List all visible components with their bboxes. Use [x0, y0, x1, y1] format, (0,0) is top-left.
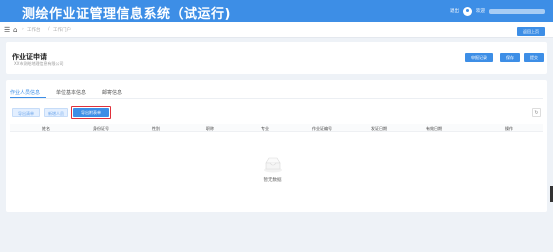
tab-personnel-info[interactable]: 作业人员信息 — [10, 89, 40, 96]
main-content-card: 作业人员信息 单位基本信息 邮寄信息 导出清单 新增人员 导出附表单 ↻ 姓名 … — [6, 80, 547, 212]
tab-mailing-info[interactable]: 邮寄信息 — [102, 89, 122, 96]
refresh-icon[interactable]: ↻ — [532, 108, 541, 117]
company-name: XX市测绘地理信息有限公司 — [14, 61, 64, 66]
table-header: 姓名 身份证号 性别 职称 专业 作业证编号 发证日期 有效日期 操作 — [10, 124, 543, 132]
column-header: 发证日期 — [371, 125, 387, 131]
column-header: 操作 — [505, 125, 513, 131]
save-button[interactable]: 保存 — [500, 53, 520, 62]
username-redacted — [489, 8, 545, 14]
application-records-button[interactable]: 申报记录 — [465, 53, 493, 62]
welcome-label: 欢迎 — [476, 9, 485, 14]
breadcrumb-item-portal[interactable]: 工作门户 — [53, 27, 71, 33]
breadcrumb-separator: › — [22, 27, 24, 32]
column-header: 姓名 — [42, 125, 50, 131]
column-header: 作业证编号 — [312, 125, 332, 131]
column-header: 专业 — [261, 125, 269, 131]
highlight-box — [71, 106, 111, 119]
column-header: 身份证号 — [93, 125, 109, 131]
top-header-bar: 测绘作业证管理信息系统（试运行) 退出 欢迎 — [0, 0, 553, 22]
nav-bar: ☰ ⌂ › 工作台 / 工作门户 — [0, 22, 553, 38]
column-header: 性别 — [152, 125, 160, 131]
user-area: 退出 欢迎 — [450, 5, 545, 17]
column-header: 有效日期 — [426, 125, 442, 131]
column-header: 职称 — [206, 125, 214, 131]
avatar[interactable] — [463, 6, 472, 16]
form-header-card: 作业证申请 XX市测绘地理信息有限公司 申报记录 保存 提交 — [6, 42, 547, 74]
menu-toggle-icon[interactable]: ☰ — [4, 26, 10, 34]
add-person-button[interactable]: 新增人员 — [44, 108, 68, 117]
submit-button[interactable]: 提交 — [524, 53, 544, 62]
empty-box-icon — [264, 157, 282, 173]
breadcrumb-separator: / — [48, 27, 50, 32]
export-list-button[interactable]: 导出清单 — [12, 108, 40, 117]
logout-link[interactable]: 退出 — [450, 8, 459, 14]
tab-divider — [10, 98, 543, 99]
app-title: 测绘作业证管理信息系统（试运行) — [22, 7, 231, 22]
active-tab-indicator — [10, 97, 46, 98]
home-icon[interactable]: ⌂ — [13, 26, 17, 34]
breadcrumb-item-workbench[interactable]: 工作台 — [27, 27, 41, 33]
back-button[interactable]: 返回上页 — [517, 27, 545, 36]
empty-state-text: 暂无数据 — [263, 178, 282, 183]
tab-company-info[interactable]: 单位基本信息 — [56, 89, 86, 96]
